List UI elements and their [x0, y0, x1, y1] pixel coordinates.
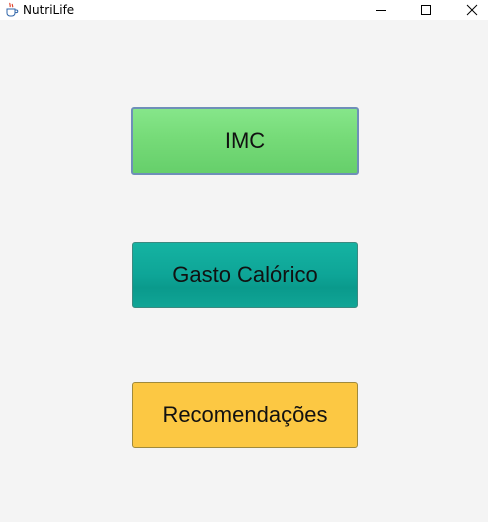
minimize-button[interactable]: [358, 0, 404, 20]
main-panel: IMC Gasto Calórico Recomendações: [0, 20, 488, 522]
imc-button-label: IMC: [224, 128, 266, 153]
title-bar[interactable]: NutriLife: [0, 0, 488, 20]
gasto-calorico-button[interactable]: Gasto Calórico: [132, 242, 358, 308]
java-cup-icon: [4, 2, 19, 17]
maximize-button[interactable]: [403, 0, 449, 20]
gasto-calorico-button-label: Gasto Calórico: [172, 262, 318, 287]
maximize-icon: [421, 5, 431, 15]
app-window: NutriLife IMC Gasto Calórico Recomendaçõ…: [0, 0, 488, 522]
imc-button[interactable]: IMC: [131, 107, 359, 175]
close-icon: [466, 4, 478, 16]
minimize-icon: [376, 10, 386, 11]
recomendacoes-button-label: Recomendações: [162, 402, 328, 427]
recomendacoes-button[interactable]: Recomendações: [132, 382, 358, 448]
window-title: NutriLife: [23, 3, 75, 17]
close-button[interactable]: [449, 0, 488, 20]
